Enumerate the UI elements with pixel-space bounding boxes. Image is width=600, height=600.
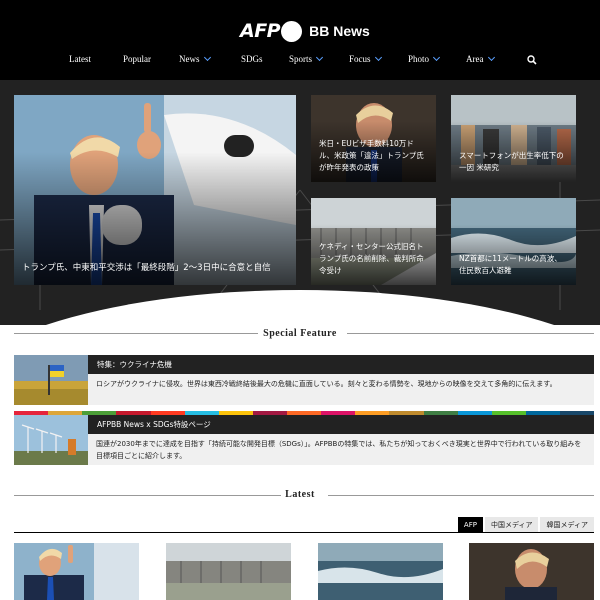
feature-sdgs-title: AFPBB News x SDGs特設ページ [88,415,594,434]
logo-afp: AFP [240,20,281,42]
tab-afp[interactable]: AFP [457,517,483,533]
tab-china-media[interactable]: 中国メディア [484,517,539,533]
nav-latest[interactable]: Latest [69,54,91,64]
nav-news[interactable]: News [179,53,211,64]
latest-card-1-image [14,543,139,600]
hero-card-1-caption: 米日・EUビザ手数料10万ドル、米政策「違法」トランプ氏が昨年発表の政策 [319,139,424,172]
latest-card-1[interactable] [14,543,139,600]
nav-sdgs[interactable]: SDGs [241,54,263,64]
logo-bbnews: BB News [309,23,370,39]
chevron-down-icon [487,53,495,62]
latest-card-2-image [166,543,291,600]
hero-card-4[interactable]: NZ首都に11メートルの高波、住民数百人避難 [451,198,576,285]
chevron-down-icon [315,53,324,62]
chevron-down-icon [432,53,441,62]
site-header: AFP BB News Latest Popular News SDGs Spo… [0,0,600,80]
hero-card-3[interactable]: ケネディ・センター公式旧名トランプ氏の名前削除、裁判所命令受け [311,198,436,285]
feature-sdgs-desc: 国連が2030年までに達成を目指す「持続可能な開発目標（SDGs）」。AFPBB… [88,434,594,465]
feature-ukraine-desc: ロシアがウクライナに侵攻。世界は東西冷戦終結後最大の危機に直面している。刻々と変… [88,374,594,405]
chevron-down-icon [203,53,211,62]
feature-ukraine-image [14,355,88,405]
feature-sdgs-image [14,415,88,465]
latest-card-2[interactable] [166,543,291,600]
nav-area[interactable]: Area [466,53,495,64]
chevron-down-icon [374,53,382,62]
latest-tabs: AFP 中国メディア 韓国メディア [456,517,594,533]
logo-dot [281,20,303,42]
afpbb-logo[interactable]: AFP BB News [240,18,370,44]
latest-title: Latest [285,489,315,500]
latest-card-4[interactable] [469,543,594,600]
hero-card-4-caption: NZ首都に11メートルの高波、住民数百人避難 [459,254,562,275]
hero-main-caption: トランプ氏、中東和平交渉は「最終段階」2～3日中に合意と自信 [22,263,271,273]
tabs-underline [14,532,594,533]
hero-card-2[interactable]: スマートフォンが出生率低下の一因 米研究 [451,95,576,182]
latest-card-3-image [318,543,443,600]
latest-card-3[interactable] [318,543,443,600]
main-nav: Latest Popular News SDGs Sports Focus Ph… [55,53,545,70]
hero-card-3-caption: ケネディ・センター公式旧名トランプ氏の名前削除、裁判所命令受け [319,242,424,275]
search-icon[interactable] [527,55,537,65]
nav-sports[interactable]: Sports [289,53,324,64]
latest-card-4-image [469,543,594,600]
hero-card-1[interactable]: 米日・EUビザ手数料10万ドル、米政策「違法」トランプ氏が昨年発表の政策 [311,95,436,182]
nav-popular[interactable]: Popular [123,54,151,64]
feature-sdgs[interactable]: AFPBB News x SDGs特設ページ 国連が2030年までに達成を目指す… [14,415,594,465]
hero-card-2-caption: スマートフォンが出生率低下の一因 米研究 [459,151,564,172]
special-feature-title: Special Feature [263,328,337,339]
hero-section: トランプ氏、中東和平交渉は「最終段階」2～3日中に合意と自信 米日・EUビザ手数… [0,80,600,325]
nav-photo[interactable]: Photo [408,53,441,64]
feature-ukraine-title: 特集：ウクライナ危機 [88,355,594,374]
nav-focus[interactable]: Focus [349,53,382,64]
tab-korea-media[interactable]: 韓国メディア [540,517,594,533]
hero-main-card[interactable]: トランプ氏、中東和平交渉は「最終段階」2～3日中に合意と自信 [14,95,296,285]
feature-ukraine[interactable]: 特集：ウクライナ危機 ロシアがウクライナに侵攻。世界は東西冷戦終結後最大の危機に… [14,355,594,405]
